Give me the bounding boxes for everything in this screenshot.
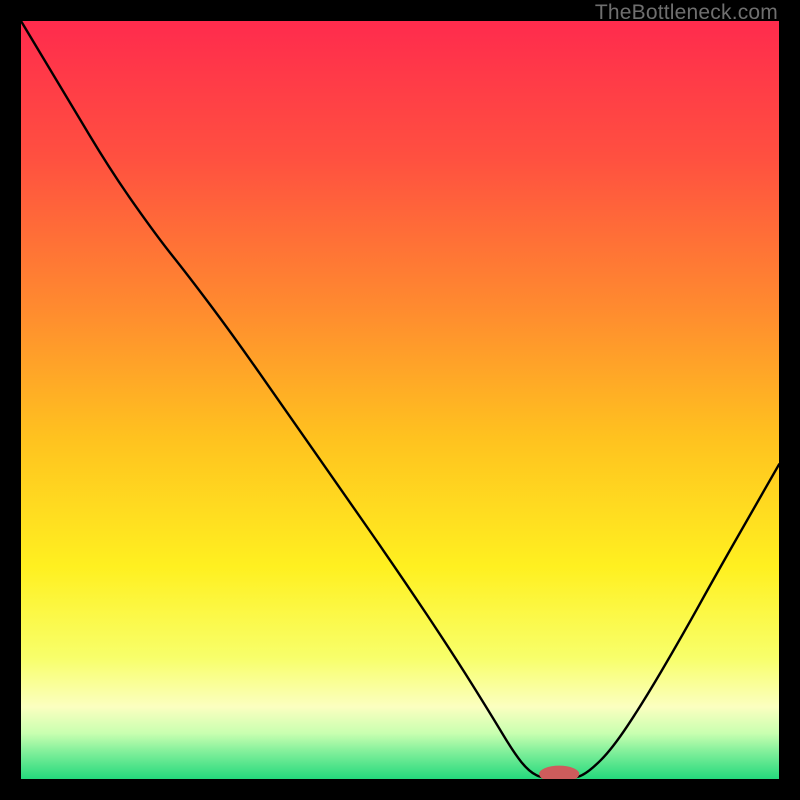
chart-svg bbox=[21, 21, 779, 779]
chart-plot-area bbox=[21, 21, 779, 779]
chart-frame: TheBottleneck.com bbox=[0, 0, 800, 800]
